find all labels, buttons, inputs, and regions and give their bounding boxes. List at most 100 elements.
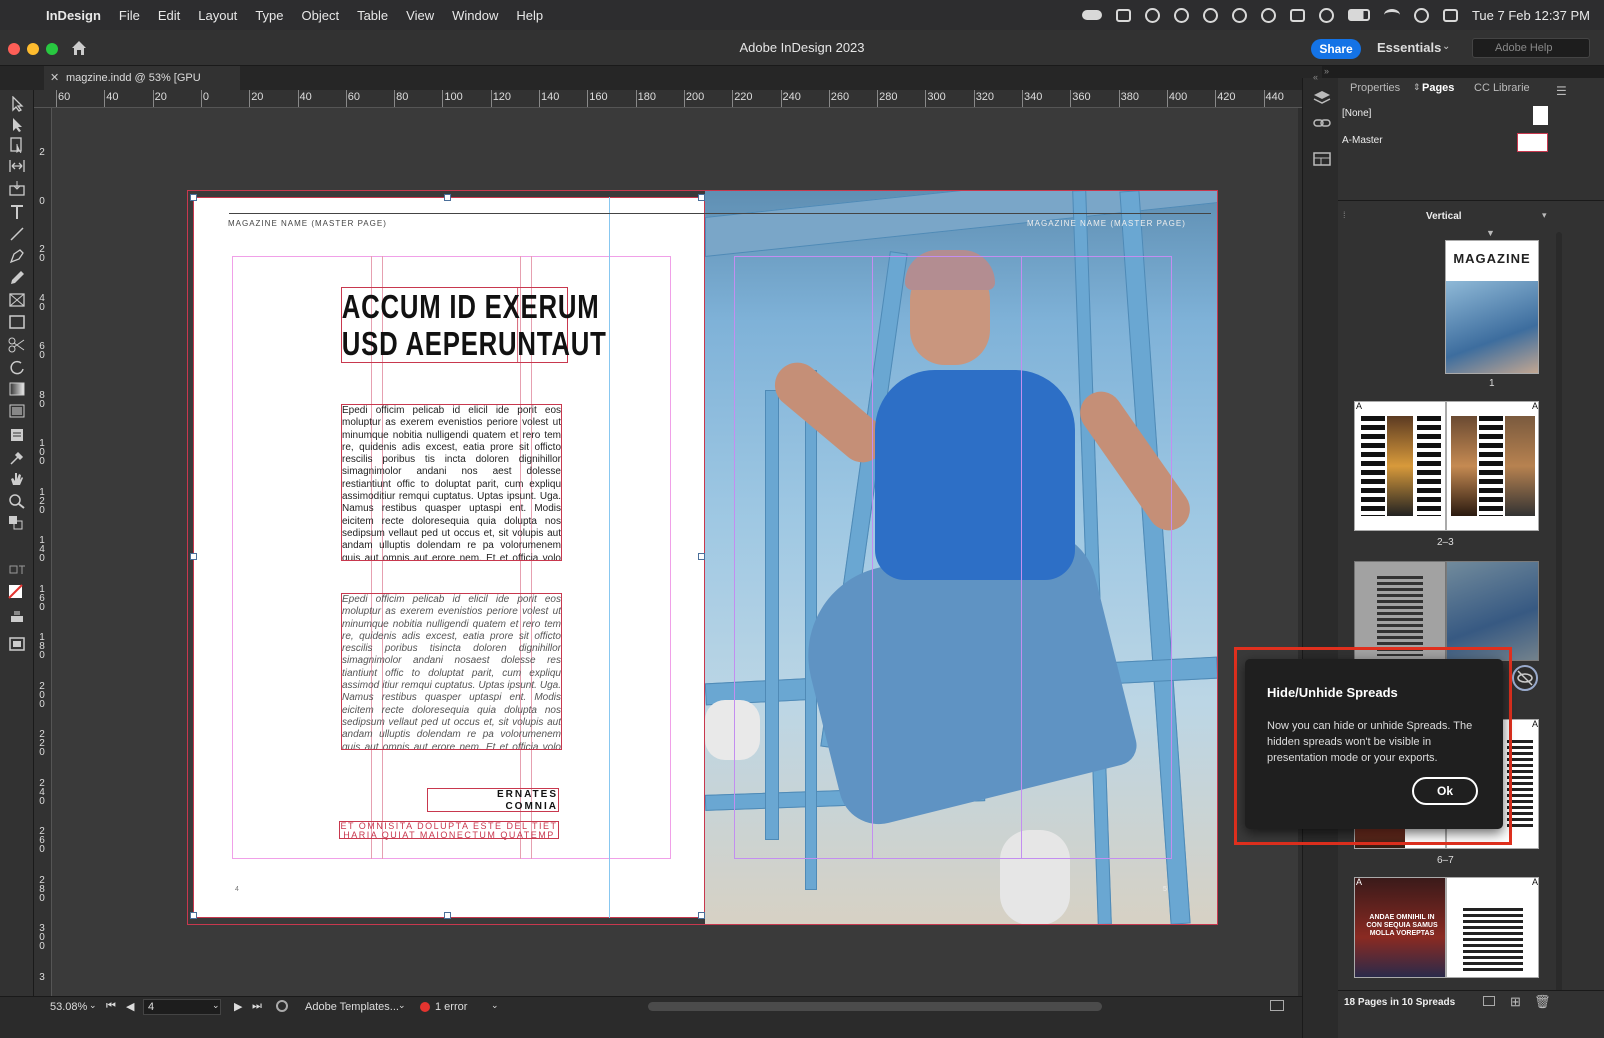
collapse-dock-icon[interactable]: « [1313,72,1318,82]
dropbox-icon[interactable] [1115,8,1131,22]
eyedropper-tool-icon[interactable] [8,449,26,465]
menu-window[interactable]: Window [452,8,498,23]
menu-edit[interactable]: Edit [158,8,180,23]
menu-type[interactable]: Type [255,8,283,23]
rotate-tool-icon[interactable] [8,359,26,375]
hand-tool-icon[interactable] [8,471,26,487]
selection-handle[interactable] [444,912,451,919]
page-thumbnail-9[interactable] [1446,877,1539,978]
chevron-down-icon[interactable]: ⌄ [398,1000,406,1011]
page-thumbnail-8[interactable]: ANDAE OMNIHIL IN CON SEQUIA SAMUS MOLLA … [1354,877,1446,978]
cc-sync-icon[interactable] [1173,7,1189,23]
page-thumbnail-2[interactable] [1354,401,1446,531]
master-a-thumbnail[interactable] [1517,133,1548,152]
user-icon[interactable] [1260,7,1276,23]
page-thumbnail-4[interactable] [1354,561,1446,661]
chevron-down-icon[interactable]: ⌄ [1442,41,1450,52]
panel-scrollbar[interactable] [1556,232,1562,992]
next-page-icon[interactable]: ▶ [234,1000,242,1013]
gradient-feather-tool-icon[interactable] [8,403,26,419]
battery-icon[interactable] [1347,9,1370,21]
previous-page-icon[interactable]: ◀ [126,1000,134,1013]
delete-page-icon[interactable]: 🗑 [1534,994,1551,1010]
globe-icon[interactable] [1144,7,1160,23]
tab-properties[interactable]: Properties [1350,82,1400,94]
menu-help[interactable]: Help [516,8,543,23]
preflight-status[interactable]: 1 error [435,1001,467,1013]
horizontal-ruler[interactable]: 60 40 20 0 20 40 60 80 100 120 140 160 180 200 220 240 2… [34,90,1322,108]
headline[interactable]: ACCUM ID EXERUM USD AEPERUNTAUT [341,287,606,363]
first-page-icon[interactable]: ⏮ [106,1000,116,1013]
wifi-icon[interactable] [1383,9,1400,21]
play-icon[interactable] [1318,7,1334,23]
master-none[interactable]: [None] [1342,108,1371,119]
magnifier-icon[interactable] [1231,7,1247,23]
menu-file[interactable]: File [119,8,140,23]
airpods-icon[interactable] [1289,8,1305,22]
body-text-frame-1[interactable]: Epedi officim pelicab id elicil ide pori… [341,404,562,561]
gap-tool-icon[interactable] [8,158,26,174]
pencil-tool-icon[interactable] [8,270,26,286]
view-mode-dropdown[interactable]: Vertical [1426,211,1462,222]
master-header-right[interactable]: MAGAZINE NAME (MASTER PAGE) [1027,219,1186,228]
chevron-down-icon[interactable]: ⌄ [212,1000,220,1011]
chevron-down-icon[interactable]: ▾ [1542,210,1547,221]
ok-button[interactable]: Ok [1412,777,1478,805]
formatting-affects-container-icon[interactable] [8,562,26,578]
creative-cloud-icon[interactable] [1081,10,1102,20]
hidden-spread-eye-icon[interactable] [1512,665,1538,691]
chevron-down-icon[interactable]: ⌄ [491,1000,499,1011]
selection-handle[interactable] [698,553,705,560]
rectangle-frame-tool-icon[interactable] [8,292,26,308]
clock[interactable]: Tue 7 Feb 12:37 PM [1472,8,1590,23]
adobe-help-search-input[interactable]: Adobe Help [1472,38,1590,58]
tab-cc-libraries[interactable]: CC Librarie [1474,82,1530,94]
panel-menu-icon[interactable]: ☰ [1556,84,1567,98]
caption-frame[interactable]: ET OMNISITA DOLUPTA ESTE DEL TIET HARIA … [339,821,559,840]
document-tab[interactable]: magzine.indd @ 53% [GPU Preview] [44,66,240,108]
selection-handle[interactable] [190,912,197,919]
direct-selection-tool-icon[interactable] [8,117,26,133]
type-tool-icon[interactable] [8,204,26,220]
collapse-panel-icon[interactable]: » [1324,66,1329,76]
note-tool-icon[interactable] [8,427,26,443]
workspace-switcher[interactable]: Essentials [1377,40,1441,55]
edit-page-size-icon[interactable] [1483,996,1495,1006]
content-collector-icon[interactable] [8,180,26,196]
fill-stroke-swatch-icon[interactable] [8,584,26,600]
page-number-input[interactable]: 4 [143,999,221,1015]
open-document-icon[interactable] [276,1000,288,1012]
rectangle-tool-icon[interactable] [8,314,26,330]
menu-object[interactable]: Object [302,8,340,23]
screen-mode-icon[interactable] [8,636,26,652]
selection-tool-icon[interactable] [8,96,26,112]
pen-tool-icon[interactable] [8,248,26,264]
master-header-left[interactable]: MAGAZINE NAME (MASTER PAGE) [228,219,387,228]
zoom-tool-icon[interactable] [8,493,26,509]
share-button[interactable]: Share [1311,39,1361,59]
selection-handle[interactable] [190,194,197,201]
menu-layout[interactable]: Layout [198,8,237,23]
preflight-profile[interactable]: Adobe Templates... [305,1001,399,1013]
page-thumbnail-3[interactable] [1446,401,1539,531]
master-none-thumbnail[interactable] [1533,106,1548,125]
page-thumbnail-5[interactable] [1446,561,1539,661]
drag-handle-icon[interactable]: ⁞ [1343,210,1346,220]
selection-handle[interactable] [698,194,705,201]
master-a[interactable]: A-Master [1342,135,1383,146]
selection-handle[interactable] [698,912,705,919]
zoom-level-field[interactable]: 53.08% [50,1001,87,1013]
selection-handle[interactable] [444,194,451,201]
menu-table[interactable]: Table [357,8,388,23]
links-icon[interactable] [1313,116,1331,130]
apply-color-icon[interactable] [8,608,26,624]
page-tool-icon[interactable] [8,137,26,153]
split-window-icon[interactable] [1270,1000,1284,1011]
page-thumbnail-1[interactable]: MAGAZINE [1445,240,1539,374]
app-menu[interactable]: InDesign [46,8,101,23]
control-center-icon[interactable] [1442,8,1458,22]
settings-icon[interactable] [1202,7,1218,23]
scissors-tool-icon[interactable] [8,337,26,353]
ruler-guide[interactable] [609,197,610,918]
close-icon[interactable]: ✕ [50,66,59,90]
